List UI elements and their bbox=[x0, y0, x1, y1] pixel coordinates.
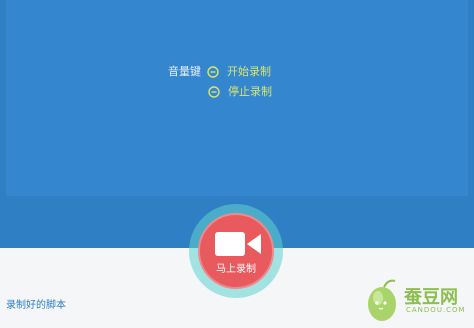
stop-hint-row: 停止录制 bbox=[208, 86, 272, 98]
preview-panel bbox=[6, 0, 468, 196]
record-now-button[interactable]: 马上录制 bbox=[198, 213, 274, 289]
minus-circle-icon bbox=[207, 66, 219, 78]
start-hint-row: 音量键 开始录制 bbox=[168, 66, 271, 78]
volume-key-label: 音量键 bbox=[168, 65, 201, 78]
saved-scripts-link[interactable]: 录制好的脚本 bbox=[6, 296, 66, 311]
start-recording-label: 开始录制 bbox=[227, 65, 271, 78]
video-camera-icon bbox=[215, 232, 261, 256]
record-now-label: 马上录制 bbox=[216, 264, 256, 275]
watermark-domain: CANDOU.COM bbox=[406, 306, 466, 314]
minus-circle-icon bbox=[208, 86, 220, 98]
candou-logo-icon bbox=[368, 279, 396, 321]
stop-recording-label: 停止录制 bbox=[228, 85, 272, 98]
